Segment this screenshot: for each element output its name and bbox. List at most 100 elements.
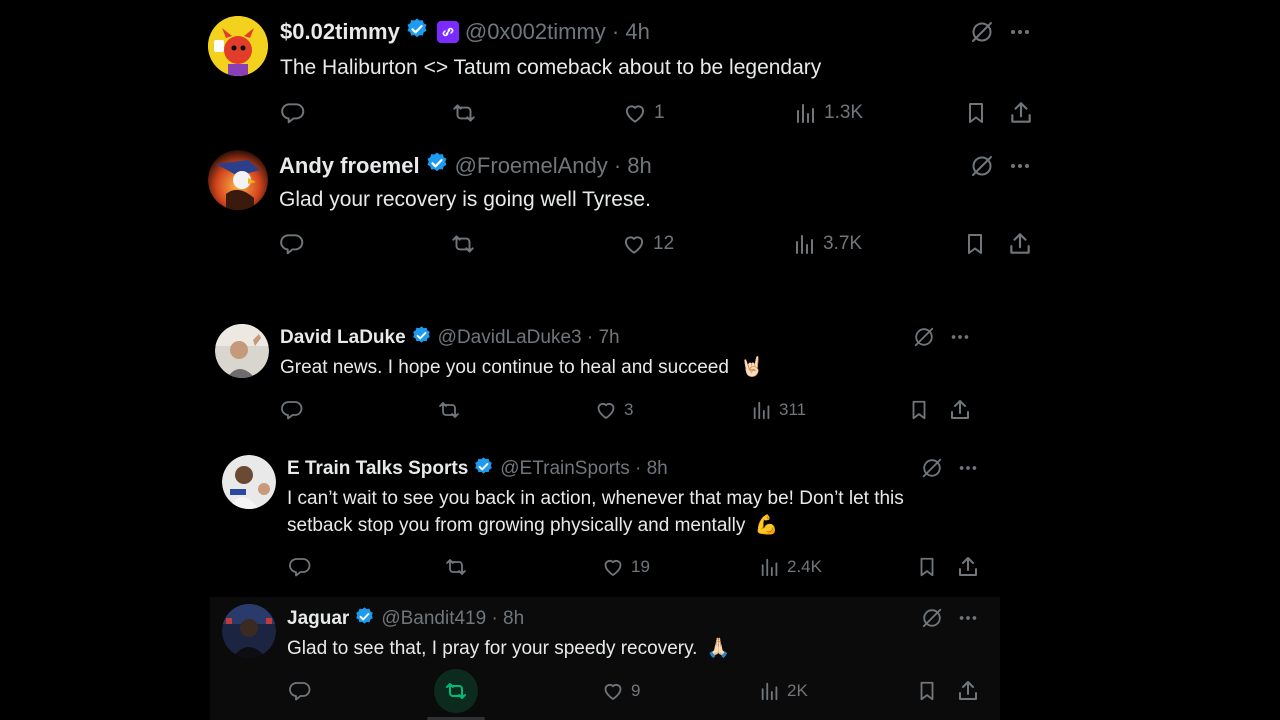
avatar[interactable] — [222, 604, 276, 658]
tweet-header: E Train Talks Sports @ETrainSports · 8h — [287, 456, 668, 483]
reply-button[interactable] — [280, 398, 304, 422]
tweet-text: The Haliburton <> Tatum comeback about t… — [280, 56, 822, 79]
reply-button[interactable] — [280, 100, 306, 126]
like-button[interactable]: 12 — [621, 231, 674, 257]
more-options-icon[interactable] — [957, 457, 979, 479]
like-button[interactable]: 19 — [601, 555, 650, 579]
heart-icon — [625, 105, 645, 123]
retweet-button[interactable] — [450, 100, 478, 126]
retweet-icon — [439, 402, 459, 418]
tweet-andy[interactable]: Andy froemel @FroemelAndy · 8h Glad your… — [200, 140, 1050, 270]
tweet-top-actions — [921, 457, 979, 479]
tweet-jaguar[interactable]: Jaguar @Bandit419 · 8h Glad to see that,… — [210, 597, 1000, 720]
grok-icon[interactable] — [970, 20, 994, 44]
view-count: 3.7K — [823, 233, 863, 254]
like-count: 12 — [653, 233, 675, 254]
retweet-button[interactable] — [443, 555, 469, 579]
heart-icon — [597, 402, 615, 419]
bookmark-icon — [969, 103, 983, 123]
avatar[interactable] — [215, 324, 269, 378]
handle-and-time[interactable]: @0x002timmy · 4h — [465, 19, 650, 45]
grok-icon[interactable] — [921, 607, 943, 629]
bookmark-button[interactable] — [916, 555, 938, 579]
like-count: 9 — [631, 681, 641, 700]
handle-and-time[interactable]: @DavidLaDuke3 · 7h — [438, 327, 620, 349]
grok-icon[interactable] — [913, 326, 935, 348]
author-name[interactable]: Andy froemel — [279, 153, 420, 179]
reply-icon — [281, 103, 305, 124]
retweet-button[interactable] — [436, 398, 462, 422]
retweet-icon — [452, 235, 474, 253]
more-options-icon[interactable] — [957, 607, 979, 629]
verified-badge-icon — [405, 17, 429, 47]
author-name[interactable]: David LaDuke — [280, 327, 406, 349]
analytics-icon — [797, 104, 814, 123]
bookmark-button[interactable] — [964, 100, 988, 126]
author-name[interactable]: Jaguar — [287, 608, 349, 630]
tweet-text: Glad to see that, I pray for your speedy… — [287, 637, 730, 662]
view-count: 311 — [779, 400, 807, 419]
like-button[interactable]: 1 — [622, 100, 665, 126]
bookmark-button[interactable] — [963, 231, 987, 257]
tweet-david[interactable]: David LaDuke @DavidLaDuke3 · 7h Great ne… — [210, 318, 1000, 438]
like-button[interactable]: 3 — [594, 398, 633, 422]
reply-button[interactable] — [279, 231, 305, 257]
like-count: 3 — [624, 400, 634, 419]
view-count: 2K — [787, 681, 808, 700]
avatar[interactable] — [208, 16, 268, 76]
views-button[interactable]: 3.7K — [793, 231, 862, 257]
heart-icon — [604, 683, 622, 700]
more-options-icon[interactable] — [949, 326, 971, 348]
handle-and-time[interactable]: @Bandit419 · 8h — [381, 608, 524, 630]
reply-button[interactable] — [288, 555, 312, 579]
bookmark-button[interactable] — [916, 679, 938, 703]
share-icon — [1010, 233, 1030, 254]
retweet-icon — [446, 683, 466, 699]
tweet-text: I can’t wait to see you back in action, … — [287, 485, 987, 539]
tweet-etrain[interactable]: E Train Talks Sports @ETrainSports · 8h … — [210, 446, 1000, 596]
tweet-top-actions — [970, 154, 1032, 178]
verified-badge-icon — [473, 456, 494, 483]
more-options-icon[interactable] — [1008, 154, 1032, 178]
tweet-text-line: setback stop you from growing physically… — [287, 512, 987, 539]
share-button[interactable] — [956, 555, 980, 579]
retweet-icon — [446, 559, 466, 575]
reply-icon — [289, 558, 311, 577]
reply-icon — [289, 682, 311, 701]
reply-button[interactable] — [288, 679, 312, 703]
share-button[interactable] — [956, 679, 980, 703]
author-name[interactable]: E Train Talks Sports — [287, 458, 468, 480]
grok-icon[interactable] — [921, 457, 943, 479]
reply-timeline: $0.02timmy @0x002timmy · 4h The Haliburt… — [0, 0, 1280, 720]
like-button[interactable]: 9 — [601, 679, 640, 703]
share-button[interactable] — [1008, 100, 1034, 126]
heart-icon — [624, 236, 644, 254]
share-button[interactable] — [948, 398, 972, 422]
retweet-hover-circle[interactable] — [434, 669, 478, 713]
retweet-button[interactable] — [449, 231, 477, 257]
tweet-text-content: Great news. I hope you continue to heal … — [280, 357, 729, 378]
handle-and-time[interactable]: @FroemelAndy · 8h — [455, 153, 652, 179]
bookmark-icon — [968, 234, 982, 254]
views-button[interactable]: 311 — [751, 398, 806, 422]
avatar[interactable] — [208, 150, 268, 210]
bookmark-button[interactable] — [908, 398, 930, 422]
avatar[interactable] — [222, 455, 276, 509]
like-count: 1 — [654, 102, 665, 123]
views-button[interactable]: 2.4K — [759, 555, 822, 579]
bookmark-icon — [912, 400, 926, 420]
tweet-top-actions — [970, 20, 1032, 44]
views-button[interactable]: 1.3K — [794, 100, 863, 126]
rock-hand-emoji: 🤘🏻 — [740, 357, 764, 378]
more-options-icon[interactable] — [1008, 20, 1032, 44]
handle-and-time[interactable]: @ETrainSports · 8h — [500, 458, 667, 480]
views-button[interactable]: 2K — [759, 679, 808, 703]
share-button[interactable] — [1007, 231, 1033, 257]
tweet-timmy[interactable]: $0.02timmy @0x002timmy · 4h The Haliburt… — [200, 0, 1050, 140]
retweet-button-hovered[interactable] — [434, 669, 478, 713]
tweet-text-line: I can’t wait to see you back in action, … — [287, 488, 904, 509]
grok-icon[interactable] — [970, 154, 994, 178]
verified-badge-icon — [425, 151, 449, 181]
author-name[interactable]: $0.02timmy — [280, 19, 400, 45]
tweet-top-actions — [913, 326, 971, 348]
